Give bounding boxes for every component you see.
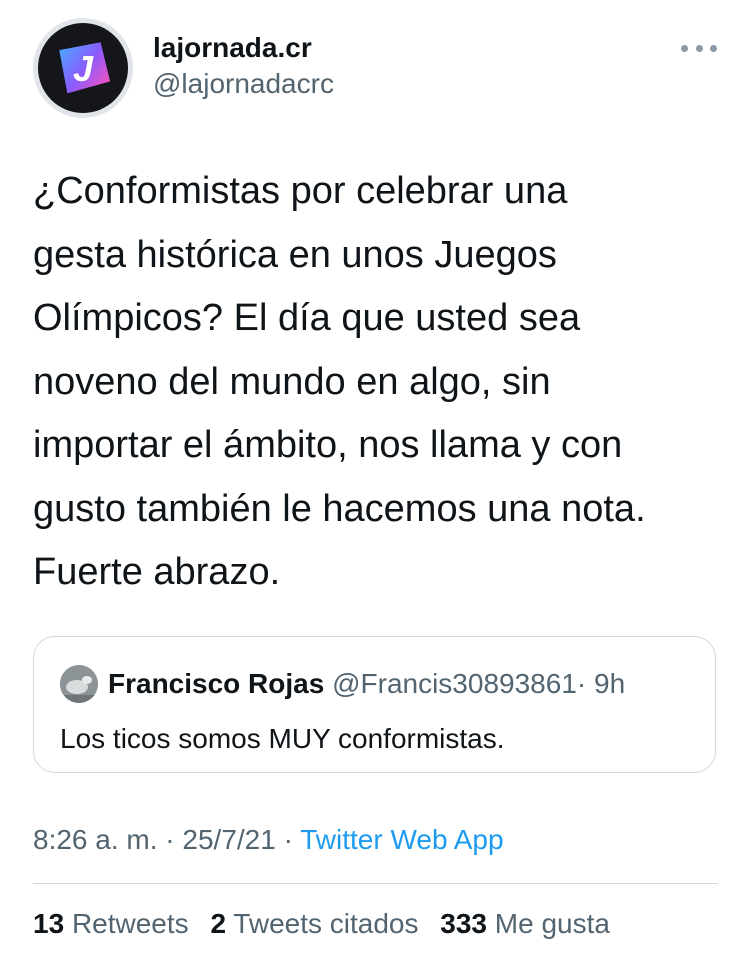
likes-label: Me gusta (494, 908, 610, 939)
dot (695, 44, 703, 52)
quoted-handle: @Francis30893861 (332, 668, 577, 699)
tweet-detail: J lajornada.cr @lajornadacrc ¿Conformist… (0, 0, 750, 956)
quoted-tweet[interactable]: Francisco Rojas @Francis30893861· 9h Los… (33, 636, 716, 773)
quoted-separator: · (576, 668, 587, 699)
tweet-text: ¿Conformistas por celebrar una gesta his… (33, 170, 646, 593)
tweet-time[interactable]: 8:26 a. m. (33, 824, 158, 855)
user-handle[interactable]: @lajornadacrc (153, 66, 334, 102)
meta-separator: · (283, 824, 293, 855)
retweets-stat[interactable]: 13 Retweets (33, 908, 189, 939)
quoted-avatar (60, 665, 98, 703)
tweet-meta: 8:26 a. m. · 25/7/21 · Twitter Web App (33, 822, 504, 858)
tweet-header: J lajornada.cr @lajornadacrc (33, 16, 723, 120)
quoted-avatar-image (60, 665, 98, 703)
quoted-text: Los ticos somos MUY conformistas. (60, 723, 505, 754)
tweet-stats: 13 Retweets 2 Tweets citados 333 Me gust… (33, 906, 624, 942)
display-name[interactable]: lajornada.cr (153, 30, 334, 66)
more-horizontal-icon[interactable] (681, 38, 717, 58)
quote-tweets-stat[interactable]: 2 Tweets citados (210, 908, 418, 939)
meta-separator: · (165, 824, 175, 855)
tweet-date[interactable]: 25/7/21 (182, 824, 275, 855)
likes-stat[interactable]: 333 Me gusta (440, 908, 610, 939)
source-app-link[interactable]: Twitter Web App (300, 824, 503, 855)
svg-text:J: J (73, 48, 94, 89)
quoted-header: Francisco Rojas @Francis30893861· 9h (108, 666, 625, 702)
divider (33, 883, 718, 884)
quoted-name: Francisco Rojas (108, 668, 325, 699)
avatar-logo: J (38, 23, 128, 113)
quotes-label: Tweets citados (233, 908, 419, 939)
avatar[interactable]: J (33, 18, 133, 118)
quoted-age: 9h (594, 668, 626, 699)
name-block: lajornada.cr @lajornadacrc (153, 30, 334, 102)
dot (681, 44, 688, 52)
retweets-label: Retweets (71, 908, 189, 939)
retweets-count: 13 (33, 908, 65, 939)
quotes-count: 2 (210, 908, 227, 939)
jornada-logo-icon: J (59, 42, 111, 94)
likes-count: 333 (440, 908, 487, 939)
dot (710, 44, 717, 52)
